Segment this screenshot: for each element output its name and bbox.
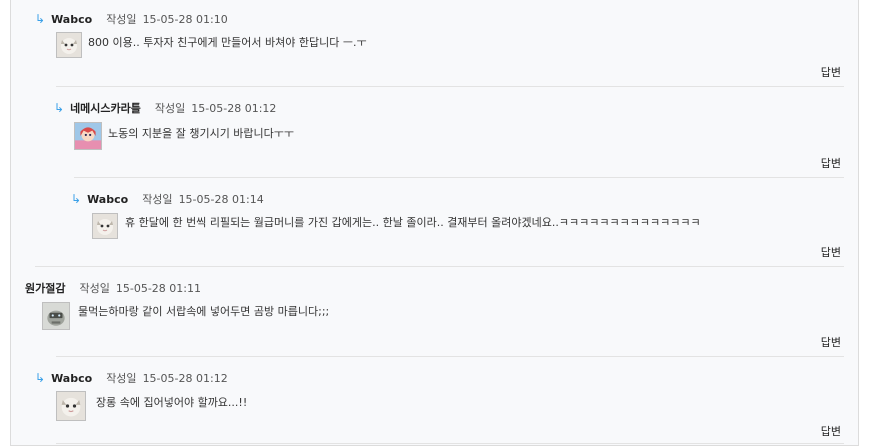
comment-date: 15-05-28 01:10 xyxy=(142,13,228,26)
reply-button[interactable]: 답변 xyxy=(821,66,841,80)
date-label: 작성일 xyxy=(106,13,137,26)
reply-arrow-icon: ↳ xyxy=(54,101,65,115)
comment-divider xyxy=(56,86,844,87)
comment-text: 물먹는하마랑 같이 서랍속에 넣어두면 곰방 마릅니다;;; xyxy=(78,305,330,318)
comment-text: 800 이용.. 투자자 친구에게 만들어서 바쳐야 한답니다 ㅡ.ㅜ xyxy=(88,36,367,49)
comment-divider xyxy=(74,177,844,178)
date-label: 작성일 xyxy=(154,102,186,115)
reply-arrow-icon: ↳ xyxy=(35,12,46,26)
comment-text: 휴 한달에 한 번씩 리필되는 월급머니를 가진 갑에게는.. 한날 졸이라..… xyxy=(125,216,701,229)
reply-arrow-icon: ↳ xyxy=(35,371,46,385)
reply-arrow-icon: ↳ xyxy=(71,192,82,206)
reply-button[interactable]: 답변 xyxy=(821,425,841,439)
comment-panel: ↳ Wabco 작성일 15-05-28 01:10 800 이용.. 투자자 친구에… xyxy=(10,0,859,446)
comment-text: 장롱 속에 집어넣어야 할까요...!! xyxy=(96,396,248,409)
date-label: 작성일 xyxy=(106,372,137,385)
avatar[interactable] xyxy=(74,122,102,150)
comment-divider xyxy=(35,266,844,267)
comment-date: 15-05-28 01:12 xyxy=(142,372,228,385)
comment-author[interactable]: Wabco xyxy=(87,193,128,206)
comment-author[interactable]: Wabco xyxy=(51,372,92,385)
avatar[interactable] xyxy=(56,391,86,421)
comment-text: 노동의 지분을 잘 챙기시기 바랍니다ㅜㅜ xyxy=(108,127,295,140)
comment-divider xyxy=(56,356,844,357)
comment-author[interactable]: 원가절감 xyxy=(25,282,65,295)
comment-date: 15-05-28 01:12 xyxy=(191,102,277,115)
comment-author[interactable]: Wabco xyxy=(51,13,92,26)
avatar[interactable] xyxy=(92,213,118,239)
reply-button[interactable]: 답변 xyxy=(821,336,841,350)
comment-divider xyxy=(56,443,844,444)
reply-button[interactable]: 답변 xyxy=(821,246,841,260)
reply-button[interactable]: 답변 xyxy=(821,157,841,171)
comment-author[interactable]: 네메시스카라틀 xyxy=(70,102,141,115)
comment-date: 15-05-28 01:14 xyxy=(178,193,264,206)
comment-date: 15-05-28 01:11 xyxy=(115,282,201,295)
avatar[interactable] xyxy=(42,302,70,330)
date-label: 작성일 xyxy=(142,193,173,206)
date-label: 작성일 xyxy=(79,282,110,295)
avatar[interactable] xyxy=(56,32,82,58)
